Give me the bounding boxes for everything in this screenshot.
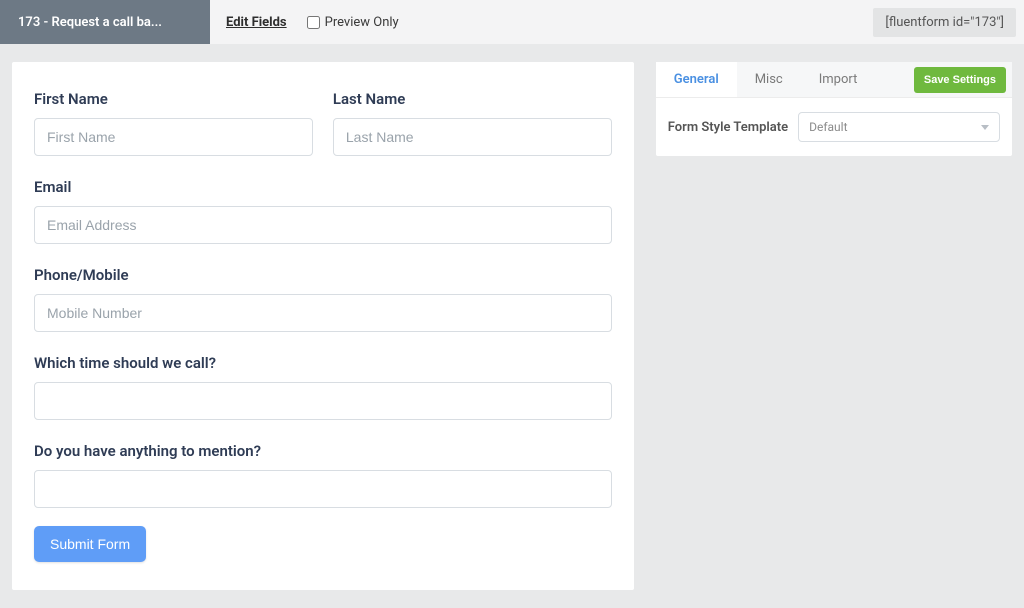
content-area: First Name Last Name Email Phone/Mobile … [0,44,1024,608]
first-name-input[interactable] [34,118,313,156]
save-settings-button[interactable]: Save Settings [914,67,1006,93]
call-time-input[interactable] [34,382,612,420]
phone-field: Phone/Mobile [34,266,612,332]
tab-misc[interactable]: Misc [737,62,801,97]
first-name-label: First Name [34,90,313,108]
email-input[interactable] [34,206,612,244]
preview-only-checkbox[interactable] [307,16,320,29]
settings-card: General Misc Import Save Settings Form S… [656,62,1012,156]
preview-only-toggle[interactable]: Preview Only [307,15,399,30]
tab-general[interactable]: General [656,62,737,97]
name-row: First Name Last Name [34,90,612,156]
first-name-field: First Name [34,90,313,156]
tab-import[interactable]: Import [801,62,876,97]
email-label: Email [34,178,612,196]
call-time-label: Which time should we call? [34,354,612,372]
call-time-field: Which time should we call? [34,354,612,420]
phone-label: Phone/Mobile [34,266,612,284]
edit-fields-link[interactable]: Edit Fields [226,15,287,30]
email-field: Email [34,178,612,244]
last-name-input[interactable] [333,118,612,156]
message-input[interactable] [34,470,612,508]
style-template-label: Form Style Template [668,120,788,135]
chevron-down-icon [981,125,989,130]
form-title-text: 173 - Request a call ba... [18,15,162,30]
form-title-badge: 173 - Request a call ba... [0,0,210,44]
style-template-select[interactable]: Default [798,112,1000,142]
top-bar: 173 - Request a call ba... Edit Fields P… [0,0,1024,44]
preview-only-label: Preview Only [325,15,399,30]
last-name-label: Last Name [333,90,612,108]
message-field: Do you have anything to mention? [34,442,612,508]
phone-input[interactable] [34,294,612,332]
message-label: Do you have anything to mention? [34,442,612,460]
settings-body: Form Style Template Default [656,98,1012,156]
shortcode-display[interactable]: [fluentform id="173"] [873,8,1016,37]
last-name-field: Last Name [333,90,612,156]
form-preview-card: First Name Last Name Email Phone/Mobile … [12,62,634,590]
style-template-value: Default [809,120,847,134]
submit-button[interactable]: Submit Form [34,526,146,562]
settings-tabs: General Misc Import Save Settings [656,62,1012,98]
